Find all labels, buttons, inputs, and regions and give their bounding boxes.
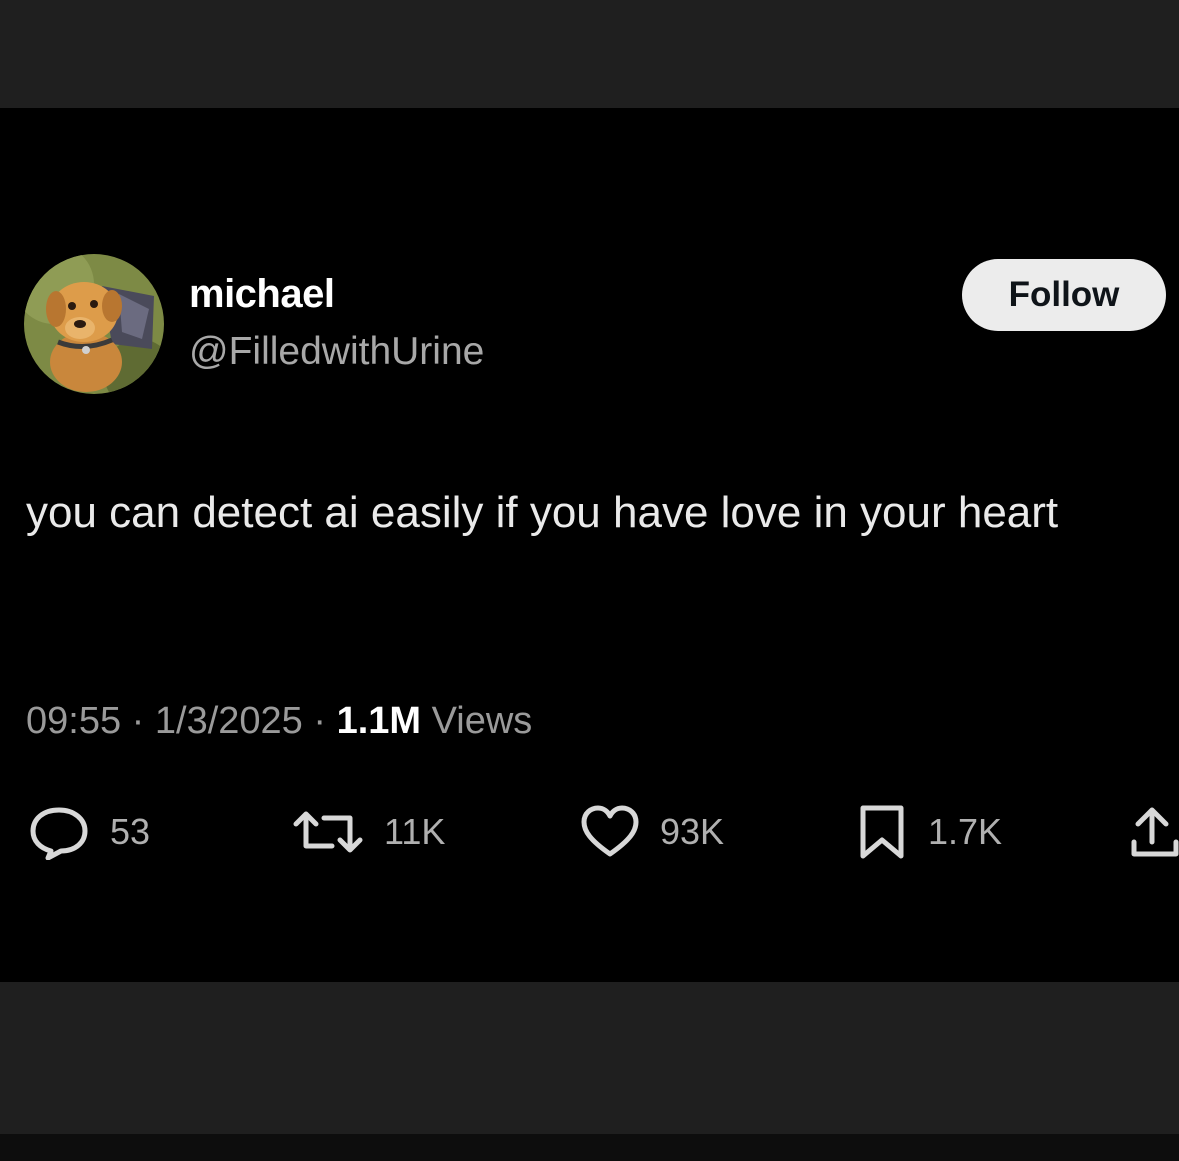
tweet-time[interactable]: 09:55 [26,700,121,742]
author-handle[interactable]: @FilledwithUrine [189,330,484,374]
reply-count: 53 [110,811,151,852]
like-count: 93K [660,811,725,852]
views-label: Views [431,700,533,742]
bottom-frame-strip [0,1134,1179,1161]
views-count: 1.1M [336,700,422,742]
share-upload-icon [1131,807,1179,857]
tweet-text: you can detect ai easily if you have lov… [26,488,1059,537]
repost-button[interactable]: 11K [292,804,445,860]
reply-button[interactable]: 53 [28,804,150,860]
meta-separator: · [131,700,145,742]
plush-dog-avatar-icon [24,254,164,394]
bookmark-count: 1.7K [928,811,1003,852]
bottom-frame-band [0,982,1179,1134]
follow-button[interactable]: Follow [962,259,1166,331]
bookmark-button[interactable]: 1.7K [856,804,1002,860]
tweet-meta: 09:55 · 1/3/2025 · 1.1M Views [26,700,532,743]
repost-count: 11K [384,811,446,852]
top-frame-band [0,0,1179,108]
share-button[interactable] [1126,804,1179,860]
tweet-date[interactable]: 1/3/2025 [155,700,303,742]
avatar[interactable] [24,254,164,394]
repost-arrows-icon [293,811,363,853]
author-display-name[interactable]: michael [189,272,335,317]
heart-icon [581,805,639,857]
reply-bubble-icon [30,807,88,860]
meta-separator: · [313,700,327,742]
bookmark-icon [860,805,904,859]
like-button[interactable]: 93K [580,804,724,860]
